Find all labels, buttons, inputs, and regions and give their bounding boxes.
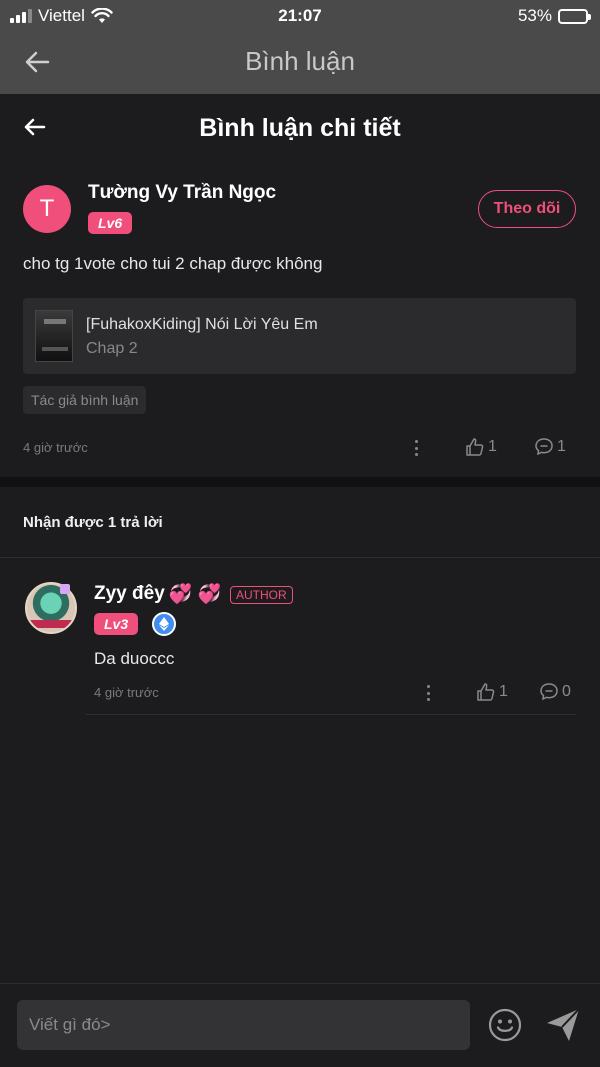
reply-like-button[interactable]: 1 <box>476 682 508 702</box>
reply-count-button[interactable]: 1 <box>534 437 566 457</box>
status-right: 53% <box>517 6 591 26</box>
comment-input-bar: Viết gì đó> <box>0 983 600 1067</box>
diamond-badge-icon <box>152 612 176 636</box>
comment-text: cho tg 1vote cho tui 2 chap được không <box>23 254 323 273</box>
app-header: Bình luận <box>0 32 600 94</box>
level-badge: Lv6 <box>88 212 133 234</box>
reply-time: 4 giờ trước <box>94 685 159 700</box>
sheet-header: Bình luận chi tiết <box>0 94 600 160</box>
reply-level-badge: Lv3 <box>94 613 139 635</box>
hearts-emoji: 💞 💞 <box>168 584 222 605</box>
avatar-frame-badge-icon <box>60 584 70 594</box>
reply-text: Da duoccc <box>94 649 175 668</box>
reply-count: 1 <box>557 438 566 455</box>
replies-header: Nhận được 1 trả lời <box>23 514 163 531</box>
story-card[interactable]: [FuhakoxKiding] Nói Lời Yêu Em Chap 2 <box>23 298 576 374</box>
emoji-icon[interactable] <box>488 1008 522 1042</box>
section-divider <box>0 477 600 487</box>
reply-comment-button[interactable]: 0 <box>539 682 571 702</box>
sheet-title: Bình luận chi tiết <box>199 114 401 142</box>
chat-bubble-icon <box>540 683 558 701</box>
avatar[interactable]: T <box>23 185 71 233</box>
battery-icon <box>558 8 591 24</box>
reply-reply-count: 0 <box>562 683 571 700</box>
comment-detail-sheet: Bình luận chi tiết <box>0 94 600 1067</box>
comment-input[interactable]: Viết gì đó> <box>17 1000 470 1050</box>
author-comment-tag: Tác giả bình luận <box>23 386 147 414</box>
reply-more-options-icon[interactable] <box>426 685 430 701</box>
divider <box>0 557 600 558</box>
thumbs-up-icon <box>477 683 495 701</box>
page-title: Bình luận <box>245 46 355 76</box>
reply-divider <box>86 714 576 715</box>
author-badge: AUTHOR <box>230 586 293 604</box>
status-bar: Viettel 21:07 53% <box>0 0 600 32</box>
send-icon[interactable] <box>544 1006 582 1044</box>
like-button[interactable]: 1 <box>465 437 497 457</box>
clock: 21:07 <box>278 6 322 25</box>
reply-author[interactable]: Zyy đêy 💞 💞 <box>94 582 221 606</box>
comment-author[interactable]: Tường Vy Trần Ngọc <box>88 182 276 204</box>
comment-time: 4 giờ trước <box>23 440 88 455</box>
story-chapter: Chap 2 <box>86 340 138 357</box>
battery-percent: 53% <box>517 6 552 25</box>
follow-button[interactable]: Theo dõi <box>478 190 576 228</box>
reply-author-name: Zyy đêy <box>94 583 165 604</box>
thumbs-up-icon <box>466 438 484 456</box>
story-title: [FuhakoxKiding] Nói Lời Yêu Em <box>86 316 318 333</box>
story-cover <box>35 310 73 362</box>
reply-like-count: 1 <box>499 683 508 700</box>
chat-bubble-icon <box>535 438 553 456</box>
more-options-icon[interactable] <box>414 440 418 456</box>
like-count: 1 <box>488 438 497 455</box>
